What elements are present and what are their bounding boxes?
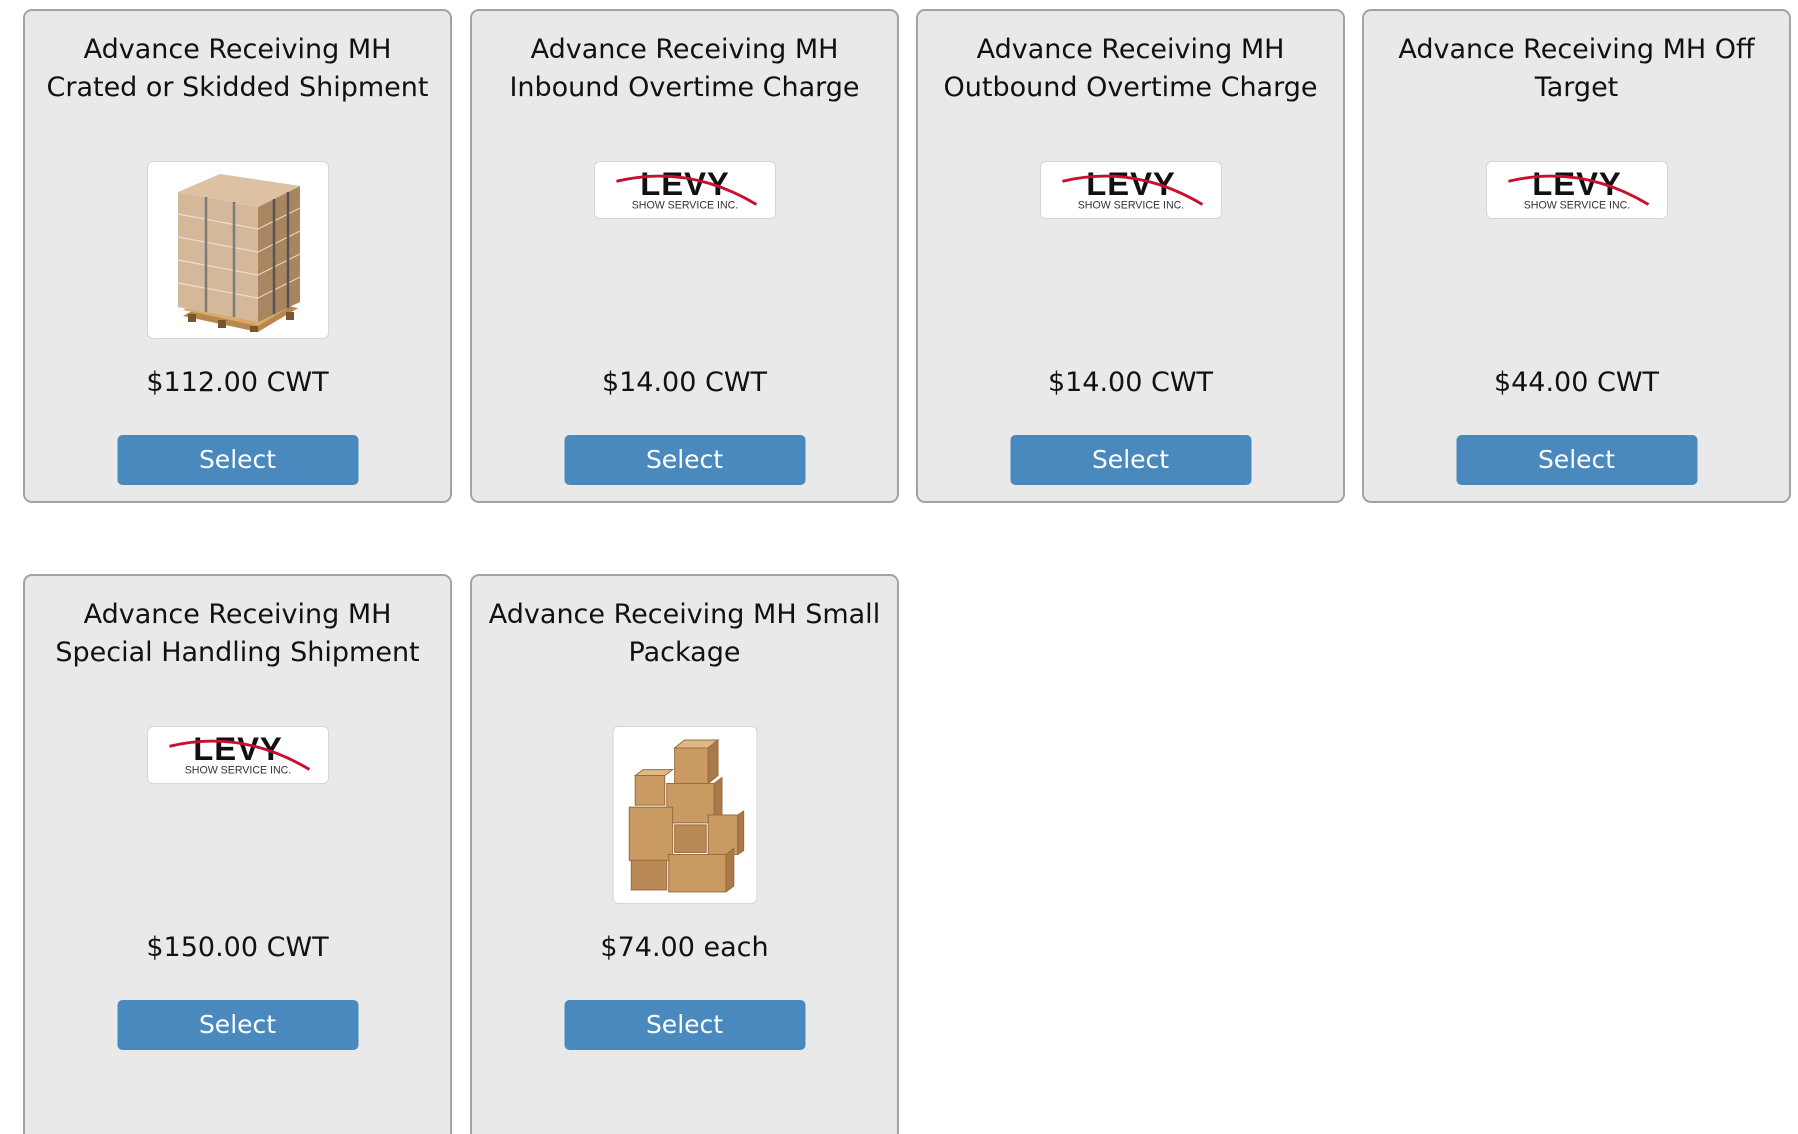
product-card: Advance Receiving MH Inbound Overtime Ch…	[470, 9, 899, 503]
pallet-photo	[146, 161, 329, 339]
product-card: Advance Receiving MH Crated or Skidded S…	[23, 9, 452, 503]
levy-logo: LEVY SHOW SERVICE INC.	[1485, 161, 1668, 219]
select-button[interactable]: Select	[1010, 435, 1251, 485]
svg-text:LEVY: LEVY	[1532, 165, 1622, 202]
svg-text:SHOW SERVICE INC.: SHOW SERVICE INC.	[1523, 199, 1630, 211]
select-button[interactable]: Select	[564, 1000, 805, 1050]
product-title: Advance Receiving MH Inbound Overtime Ch…	[509, 34, 860, 103]
product-card: Advance Receiving MH Small Package $74.0…	[470, 574, 899, 1134]
levy-logo: LEVY SHOW SERVICE INC.	[146, 726, 329, 784]
product-title: Advance Receiving MH Special Handling Sh…	[55, 599, 420, 668]
product-price: $112.00 CWT	[146, 367, 329, 398]
svg-text:LEVY: LEVY	[640, 165, 730, 202]
product-title: Advance Receiving MH Outbound Overtime C…	[943, 34, 1318, 103]
select-button[interactable]: Select	[564, 435, 805, 485]
levy-logo-icon: LEVY SHOW SERVICE INC.	[1061, 165, 1203, 211]
svg-text:LEVY: LEVY	[193, 730, 283, 767]
select-button[interactable]: Select	[1456, 435, 1697, 485]
product-price: $14.00 CWT	[601, 367, 768, 398]
product-card: Advance Receiving MH Outbound Overtime C…	[916, 9, 1345, 503]
product-title: Advance Receiving MH Crated or Skidded S…	[46, 34, 429, 103]
svg-text:SHOW SERVICE INC.: SHOW SERVICE INC.	[1077, 199, 1184, 211]
levy-logo-icon: LEVY SHOW SERVICE INC.	[615, 165, 757, 211]
boxes-icon	[628, 739, 744, 893]
svg-text:SHOW SERVICE INC.: SHOW SERVICE INC.	[631, 199, 738, 211]
svg-text:LEVY: LEVY	[1086, 165, 1176, 202]
product-price: $74.00 each	[600, 932, 769, 963]
levy-logo: LEVY SHOW SERVICE INC.	[1039, 161, 1222, 219]
product-price: $150.00 CWT	[146, 932, 329, 963]
levy-logo-icon: LEVY SHOW SERVICE INC.	[168, 730, 310, 776]
levy-logo: LEVY SHOW SERVICE INC.	[593, 161, 776, 219]
boxes-photo	[612, 726, 757, 904]
levy-logo-icon: LEVY SHOW SERVICE INC.	[1507, 165, 1649, 211]
product-price: $44.00 CWT	[1493, 367, 1660, 398]
select-button[interactable]: Select	[117, 435, 358, 485]
product-title: Advance Receiving MH Off Target	[1398, 34, 1755, 103]
product-card: Advance Receiving MH Off Target LEVY SHO…	[1362, 9, 1791, 503]
product-card: Advance Receiving MH Special Handling Sh…	[23, 574, 452, 1134]
pallet-icon	[177, 174, 300, 332]
select-button[interactable]: Select	[117, 1000, 358, 1050]
product-title: Advance Receiving MH Small Package	[488, 599, 881, 668]
svg-text:SHOW SERVICE INC.: SHOW SERVICE INC.	[184, 764, 291, 776]
product-price: $14.00 CWT	[1047, 367, 1214, 398]
